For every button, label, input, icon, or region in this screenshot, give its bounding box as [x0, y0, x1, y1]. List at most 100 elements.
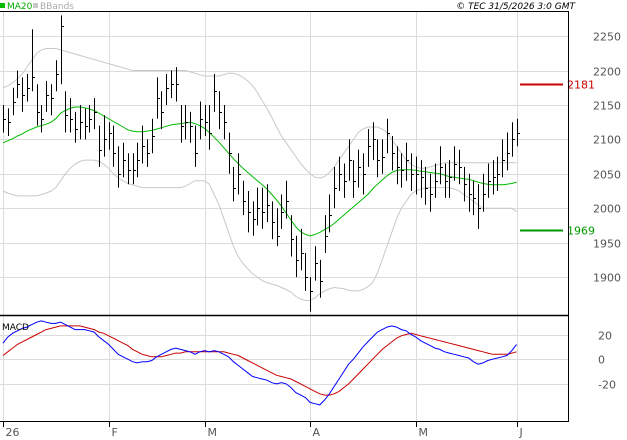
- price-bar: [181, 105, 184, 143]
- price-bar: [75, 111, 78, 143]
- price-bar: [185, 105, 188, 140]
- price-bar: [397, 146, 400, 185]
- price-bar: [435, 163, 438, 198]
- price-bar: [137, 142, 140, 178]
- price-bar: [243, 180, 246, 216]
- macd-y-tick-label: 0: [598, 354, 605, 367]
- price-bar: [113, 125, 116, 167]
- price-bar: [109, 122, 112, 150]
- price-bar: [373, 122, 376, 161]
- price-bar: [401, 153, 404, 188]
- price-bar: [65, 91, 68, 133]
- price-y-tick-label: 2050: [593, 169, 621, 182]
- x-tick-label: J: [519, 426, 523, 439]
- price-bar: [214, 74, 217, 112]
- price-bar: [445, 163, 448, 198]
- price-bar: [248, 191, 251, 233]
- price-bar: [70, 98, 73, 133]
- price-bar: [209, 105, 212, 150]
- price-bar: [310, 277, 313, 312]
- price-bar: [382, 139, 385, 174]
- price-y-tick-label: 1950: [593, 238, 621, 251]
- price-bar: [377, 139, 380, 178]
- price-bar: [161, 91, 164, 130]
- price-bar: [17, 70, 20, 99]
- price-bar: [497, 156, 500, 191]
- price-bar: [305, 253, 308, 291]
- x-tick-label: M: [419, 426, 429, 439]
- price-bar: [61, 15, 64, 85]
- level-label: 2181: [567, 79, 595, 92]
- price-bar: [147, 139, 150, 167]
- price-bar: [27, 74, 30, 102]
- price-bar: [3, 105, 6, 133]
- price-bar: [224, 105, 227, 140]
- price-bar: [128, 153, 131, 185]
- price-bar: [13, 87, 16, 116]
- price-y-tick-label: 2000: [593, 203, 621, 216]
- ma20-legend-swatch: [0, 3, 5, 8]
- price-bar: [8, 108, 11, 136]
- price-y-tick-labels: 1900 1950 2000 2050 2100 2150 2200 2250: [593, 31, 621, 285]
- price-bar: [171, 70, 174, 99]
- price-bar: [157, 77, 160, 119]
- price-bar: [51, 84, 54, 116]
- price-bar: [416, 156, 419, 195]
- price-gridlines: [0, 36, 568, 278]
- price-bar: [301, 228, 304, 271]
- price-bar: [118, 146, 121, 188]
- price-bar: [277, 208, 280, 247]
- price-bar: [195, 125, 198, 167]
- price-y-tick-label: 2250: [593, 31, 621, 44]
- price-bar: [339, 156, 342, 191]
- price-bar: [281, 194, 284, 229]
- price-bar: [291, 215, 294, 257]
- price-bar: [344, 163, 347, 198]
- bbands-legend-swatch: [33, 3, 38, 8]
- bbands-legend-label: BBands: [40, 2, 74, 12]
- price-bar: [272, 201, 275, 240]
- x-tick-label: M: [208, 426, 218, 439]
- price-bar: [329, 194, 332, 233]
- price-bar: [358, 149, 361, 188]
- bbands-lower-line: [2, 159, 517, 301]
- price-bar: [37, 84, 40, 126]
- price-bar: [238, 153, 241, 195]
- price-bar: [315, 246, 318, 281]
- price-bar: [368, 129, 371, 167]
- price-bar: [94, 98, 97, 130]
- price-bar: [325, 215, 328, 253]
- price-bar: [229, 132, 232, 174]
- price-bar: [233, 166, 236, 202]
- price-annotations: 2181 1969: [520, 79, 595, 238]
- price-bar: [99, 125, 102, 167]
- macd-lines: [2, 320, 517, 406]
- price-y-tick-label: 2150: [593, 100, 621, 113]
- price-bar: [41, 105, 44, 133]
- stock-chart: 2181 1969 1900 1950 2000 2050 2100 2150 2200 225…: [0, 2, 621, 439]
- macd-y-tick-labels: -20 0 20: [598, 330, 616, 392]
- price-bar: [123, 142, 126, 178]
- level-label: 1969: [567, 225, 595, 238]
- price-bar: [200, 101, 203, 140]
- x-tick-label: F: [112, 426, 118, 439]
- price-bar: [133, 153, 136, 185]
- copyright-text: © TEC 31/5/2026 3:0 GMT: [456, 2, 576, 12]
- price-bar: [190, 111, 193, 143]
- price-bar: [176, 67, 179, 102]
- price-bar: [32, 29, 35, 92]
- price-y-tick-label: 1900: [593, 272, 621, 285]
- ma20-legend-label: MA20: [7, 2, 33, 12]
- price-bar: [517, 118, 520, 147]
- price-bar: [166, 74, 169, 105]
- price-bar: [473, 180, 476, 216]
- x-tick-label: A: [313, 426, 321, 439]
- price-bar: [253, 201, 256, 236]
- price-bar: [363, 153, 366, 195]
- price-bar: [411, 153, 414, 191]
- price-bar: [502, 139, 505, 178]
- price-bar: [80, 105, 83, 140]
- price-bar: [507, 132, 510, 171]
- price-bar: [493, 160, 496, 195]
- price-bar: [257, 187, 260, 226]
